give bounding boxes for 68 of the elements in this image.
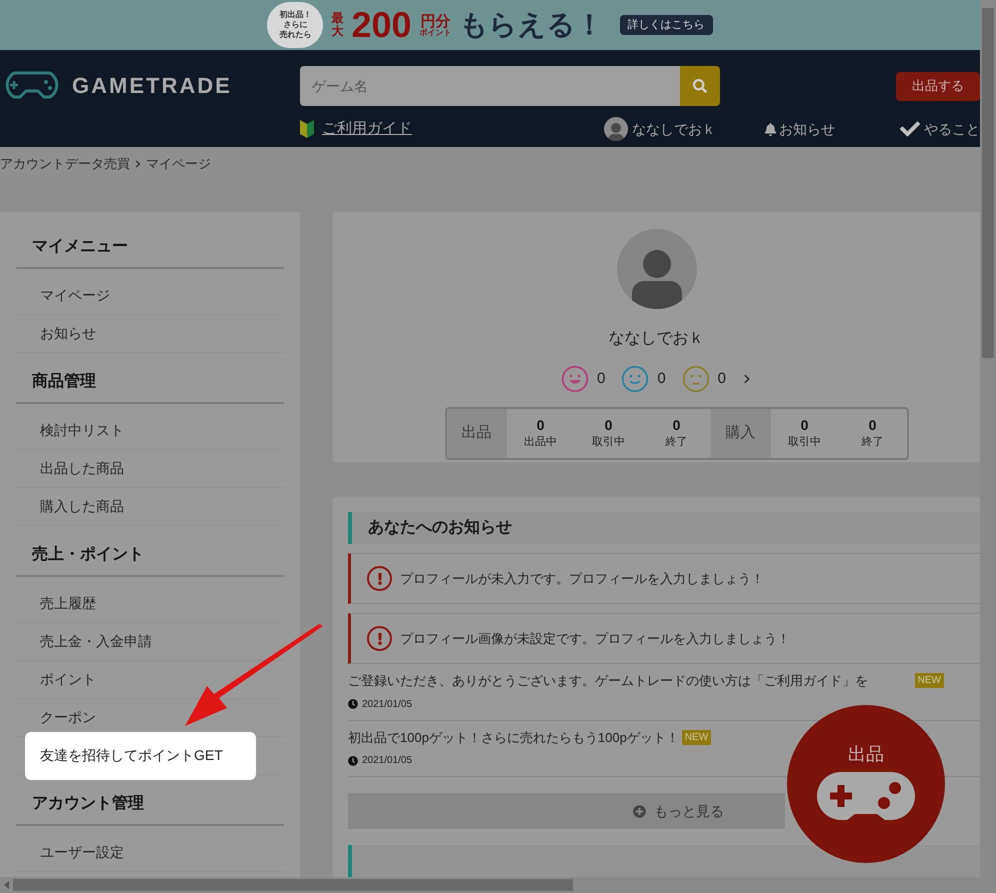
banner-unit-sub: ポイント bbox=[420, 28, 452, 36]
banner-button[interactable]: 詳しくはこちら bbox=[620, 14, 713, 36]
menu-item[interactable]: お知らせ bbox=[16, 323, 120, 344]
exclamation-icon bbox=[367, 566, 392, 591]
alert-row[interactable]: プロフィール画像が未設定です。プロフィールを入力しましょう！ bbox=[348, 613, 980, 664]
chevron-icon[interactable] bbox=[742, 374, 752, 384]
more-button[interactable]: もっと見る bbox=[348, 793, 785, 829]
breadcrumb-item[interactable]: アカウントデータ売買 bbox=[0, 154, 130, 174]
menu-item[interactable]: ポイント bbox=[16, 669, 120, 690]
menu-heading: アカウント管理 bbox=[16, 783, 284, 826]
gamepad-icon bbox=[817, 772, 915, 820]
plus-icon bbox=[633, 804, 646, 818]
banner-headline: もらえる！ bbox=[460, 11, 604, 39]
menu-item[interactable]: 友達を招待してポイントGET bbox=[25, 732, 256, 780]
clock-icon bbox=[348, 699, 358, 709]
bell-icon bbox=[764, 122, 777, 136]
search-icon bbox=[693, 79, 707, 93]
check-icon bbox=[900, 119, 920, 139]
menu-item[interactable]: ユーザー設定 bbox=[16, 842, 148, 863]
sell-button[interactable]: 出品する bbox=[896, 72, 980, 100]
news-date: 2021/01/05 bbox=[362, 698, 412, 712]
todo-link[interactable]: やること bbox=[924, 118, 980, 140]
exclamation-icon bbox=[367, 626, 392, 651]
clock-icon bbox=[348, 756, 358, 766]
beginner-mark-icon bbox=[300, 120, 314, 138]
menu-item[interactable]: クーポン bbox=[16, 707, 120, 728]
stats-cell[interactable]: 0 取引中 bbox=[574, 409, 642, 458]
profile-name: ななしでおｋ bbox=[608, 329, 704, 349]
logo-text[interactable]: GAMETRADE bbox=[72, 68, 232, 102]
menu-heading: 売上・ポイント bbox=[16, 534, 284, 577]
menu-item[interactable]: 売上金・入金申請 bbox=[16, 631, 176, 652]
menu-heading: マイメニュー bbox=[16, 226, 284, 269]
rating-count: 0 bbox=[596, 368, 606, 389]
news-text[interactable]: ご登録いただき、ありがとうございます。ゲームトレードの使い方は「ご利用ガイド」を bbox=[348, 671, 868, 690]
stats-cell[interactable]: 0 終了 bbox=[642, 409, 710, 458]
search-button[interactable] bbox=[680, 66, 720, 106]
notifications-link[interactable]: お知らせ bbox=[779, 118, 835, 140]
menu-item[interactable]: 売上履歴 bbox=[16, 593, 120, 614]
stats-cell[interactable]: 0 終了 bbox=[838, 409, 906, 458]
guide-link[interactable]: ご利用ガイド bbox=[322, 118, 412, 140]
banner-text: 大 bbox=[331, 25, 344, 38]
menu-item[interactable]: 検討中リスト bbox=[16, 420, 148, 441]
menu-item[interactable]: マイページ bbox=[16, 285, 134, 306]
news-date: 2021/01/05 bbox=[362, 754, 412, 768]
stats-group-label: 購入 bbox=[710, 409, 770, 458]
speech-bubble: 初出品！ さらに 売れたら bbox=[267, 2, 324, 48]
user-name[interactable]: ななしでおｋ bbox=[632, 118, 716, 140]
avatar-icon bbox=[604, 117, 628, 141]
search-field[interactable]: ゲーム名 bbox=[300, 66, 680, 106]
banner-unit: 円分 bbox=[420, 14, 451, 28]
scroll-left-arrow-icon[interactable] bbox=[4, 881, 9, 889]
new-badge: NEW bbox=[914, 673, 944, 688]
new-badge: NEW bbox=[682, 730, 712, 745]
chevron-icon bbox=[134, 160, 142, 168]
banner-amount: 200 bbox=[351, 7, 412, 43]
menu-item[interactable]: 購入した商品 bbox=[16, 496, 148, 517]
menu-item[interactable]: 出品した商品 bbox=[16, 458, 148, 479]
menu-heading: 商品管理 bbox=[16, 361, 284, 404]
rating-count: 0 bbox=[657, 368, 666, 389]
rating-count: 0 bbox=[718, 368, 726, 389]
stats-group-label: 出品 bbox=[446, 409, 506, 458]
alert-row[interactable]: プロフィールが未入力です。プロフィールを入力しましょう！ bbox=[348, 553, 980, 604]
section-heading: あなたへのお知らせ bbox=[348, 512, 980, 544]
banner-text: 最 bbox=[331, 12, 344, 25]
breadcrumb-item: マイページ bbox=[146, 155, 211, 174]
stats-cell[interactable]: 0 出品中 bbox=[506, 409, 574, 458]
stats-cell[interactable]: 0 取引中 bbox=[770, 409, 838, 458]
news-text[interactable]: 初出品で100pゲット！さらに売れたらもう100pゲット！ bbox=[348, 728, 679, 747]
